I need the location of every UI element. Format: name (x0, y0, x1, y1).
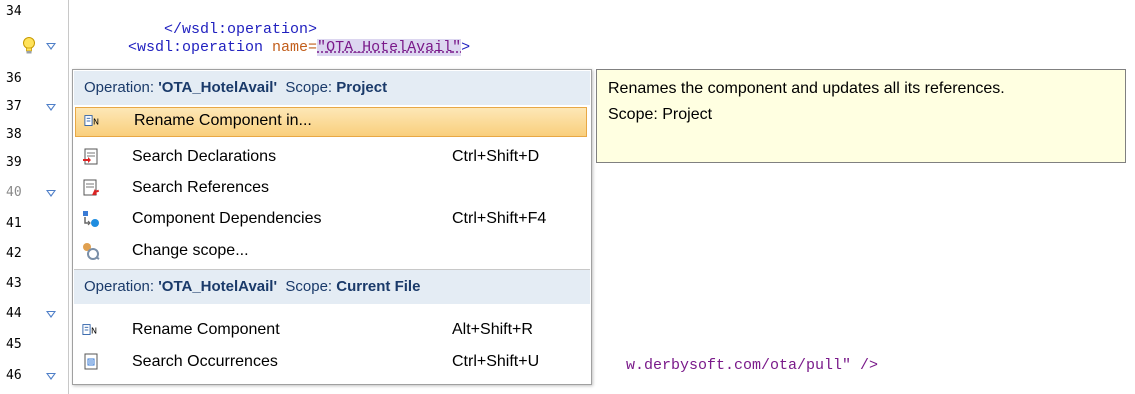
quote-close: " (452, 39, 462, 56)
gutter-line: 40 (0, 181, 68, 207)
line-number: 40 (6, 185, 22, 200)
gutter-line: 34 (0, 0, 68, 26)
line-number: 38 (6, 127, 22, 142)
menu-item-change-scope[interactable]: Change scope... (74, 236, 590, 267)
rename-icon: N (82, 324, 97, 336)
dependencies-icon (83, 211, 99, 227)
search-declarations-icon (83, 148, 98, 165)
quote-open: " (317, 39, 327, 56)
header-prefix: Operation: (84, 79, 159, 96)
header-prefix: Operation: (84, 278, 159, 295)
header-scope-value: Project (336, 79, 388, 96)
xml-tag: > (461, 39, 471, 56)
line-number: 44 (6, 306, 22, 321)
line-number: 41 (6, 216, 22, 231)
header-scope-value: Current File (336, 278, 421, 295)
gutter-line (0, 34, 68, 60)
line-number: 42 (6, 246, 22, 261)
menu-item-search-declarations[interactable]: Search Declarations Ctrl+Shift+D (74, 142, 590, 173)
menu-item-search-occurrences[interactable]: Search Occurrences Ctrl+Shift+U (74, 347, 590, 378)
line-number-gutter: 34 36 37 38 39 40 41 42 43 44 45 46 (0, 0, 69, 394)
line-number: 37 (6, 99, 22, 114)
menu-item-label: Search Declarations (132, 148, 277, 165)
fold-toggle-icon[interactable] (46, 311, 56, 318)
line-number: 39 (6, 155, 22, 170)
gutter-line: 38 (0, 123, 68, 149)
description-tooltip: Renames the component and updates all it… (596, 69, 1126, 163)
menu-item-label: Change scope... (132, 242, 249, 259)
xml-attribute-value[interactable]: OTA_HotelAvail (326, 39, 453, 56)
menu-item-rename-component[interactable]: N Rename Component Alt+Shift+R (74, 315, 590, 346)
line-number: 34 (6, 4, 22, 19)
search-occurrences-icon (84, 353, 98, 370)
fold-toggle-icon[interactable] (46, 190, 56, 197)
header-component-name: 'OTA_HotelAvail' (158, 79, 278, 96)
fold-toggle-icon[interactable] (46, 104, 56, 111)
line-number: 45 (6, 337, 22, 352)
code-line[interactable]: <wsdl:operation name="OTA_HotelAvail"> (128, 39, 470, 56)
menu-item-label: Search References (132, 179, 269, 196)
menu-item-shortcut: Ctrl+Shift+U (452, 353, 540, 370)
xml-attribute: name= (272, 39, 318, 56)
gutter-line: 37 (0, 95, 68, 121)
gutter-line: 39 (0, 151, 68, 177)
gutter-line: 44 (0, 302, 68, 328)
svg-text:N: N (91, 326, 97, 336)
section-header-project: Operation: 'OTA_HotelAvail' Scope: Proje… (74, 71, 590, 105)
refactor-popup-menu: Operation: 'OTA_HotelAvail' Scope: Proje… (72, 69, 592, 385)
gutter-line: 45 (0, 333, 68, 359)
xml-attribute-value: w.derbysoft.com/ota/pull" /> (626, 357, 879, 374)
menu-item-label: Rename Component (132, 321, 280, 338)
line-number: 43 (6, 276, 22, 291)
gutter-line: 36 (0, 67, 68, 93)
line-number: 36 (6, 71, 22, 86)
menu-item-search-references[interactable]: Search References (74, 173, 590, 204)
xml-tag: </wsdl:operation> (164, 21, 318, 38)
xml-tag: <wsdl:operation (128, 39, 273, 56)
menu-item-shortcut: Ctrl+Shift+D (452, 148, 540, 165)
fold-toggle-icon[interactable] (46, 373, 56, 380)
menu-item-shortcut: Ctrl+Shift+F4 (452, 210, 547, 227)
header-scope-label: Scope: (277, 79, 337, 96)
gutter-line: 41 (0, 212, 68, 238)
lightbulb-icon[interactable] (22, 36, 36, 56)
line-number: 46 (6, 368, 22, 383)
tooltip-scope: Scope: Project (608, 106, 713, 123)
menu-item-shortcut: Alt+Shift+R (452, 321, 533, 338)
gutter-line: 46 (0, 364, 68, 390)
gutter-line: 42 (0, 242, 68, 268)
menu-item-component-dependencies[interactable]: Component Dependencies Ctrl+Shift+F4 (74, 204, 590, 235)
menu-item-rename-component-in[interactable]: N Rename Component in... (75, 107, 587, 137)
menu-item-label: Search Occurrences (132, 353, 278, 370)
svg-text:N: N (93, 117, 99, 127)
code-line-fragment[interactable]: w.derbysoft.com/ota/pull" /> (590, 340, 878, 391)
header-scope-label: Scope: (277, 278, 337, 295)
xml-editor[interactable]: 34 36 37 38 39 40 41 42 43 44 45 46 </ws… (0, 0, 1135, 394)
fold-toggle-icon[interactable] (46, 43, 56, 50)
search-references-icon (83, 179, 100, 196)
tooltip-description: Renames the component and updates all it… (608, 80, 1005, 97)
menu-item-label: Component Dependencies (132, 210, 322, 227)
change-scope-icon (83, 243, 100, 260)
gutter-line: 43 (0, 272, 68, 298)
rename-icon: N (84, 115, 99, 127)
header-component-name: 'OTA_HotelAvail' (158, 278, 278, 295)
menu-item-label: Rename Component in... (134, 112, 312, 129)
section-header-current-file: Operation: 'OTA_HotelAvail' Scope: Curre… (74, 270, 590, 304)
